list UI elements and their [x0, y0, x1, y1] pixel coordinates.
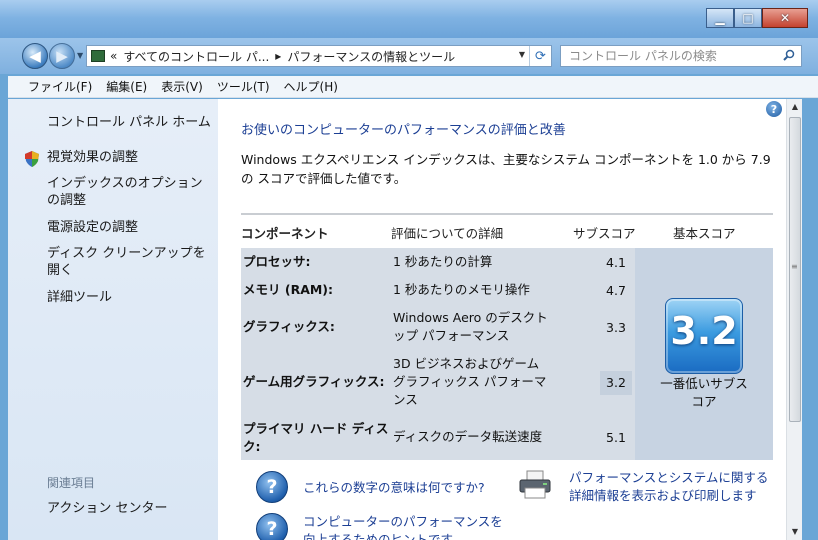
search-icon[interactable]: [783, 49, 795, 61]
control-panel-icon: [91, 50, 105, 62]
base-score-caption: 一番低いサブスコア: [660, 376, 748, 409]
main-content: ? お使いのコンピューターのパフォーマンスの評価と改善 Windows エクスペ…: [218, 99, 786, 540]
back-arrow-icon: ◀: [29, 47, 41, 65]
breadcrumb-all-control-panel[interactable]: すべてのコントロール パ...: [123, 48, 269, 65]
related-heading: 関連項目: [47, 476, 96, 490]
forward-arrow-icon: ▶: [56, 47, 68, 65]
link-what-numbers-mean[interactable]: これらの数字の意味は何ですか?: [303, 479, 485, 497]
row-hard-disk-detail: ディスクのデータ転送速度: [393, 429, 543, 444]
row-gaming-graphics-detail: 3D ビジネスおよびゲーム グラフィックス パフォーマンス: [393, 356, 547, 407]
sidebar-action-center[interactable]: アクション センター: [47, 500, 215, 517]
shield-icon: [25, 151, 39, 167]
sidebar-index-options[interactable]: インデックスのオプションの調整: [47, 175, 215, 209]
row-hard-disk-subscore: 5.1: [606, 430, 626, 445]
question-icon-2: ?: [256, 513, 288, 540]
row-hard-disk-component: プライマリ ハード ディスク:: [243, 421, 389, 454]
close-button[interactable]: ✕: [762, 8, 808, 28]
row-gaming-graphics-component: ゲーム用グラフィックス:: [243, 374, 385, 389]
menu-bar: ファイル(F) 編集(E) 表示(V) ツール(T) ヘルプ(H): [8, 76, 818, 98]
page-title: お使いのコンピューターのパフォーマンスの評価と改善: [241, 123, 566, 138]
sidebar-visual-effects[interactable]: 視覚効果の調整: [47, 149, 215, 166]
row-memory-subscore: 4.7: [606, 283, 626, 298]
header-detail: 評価についての詳細: [391, 226, 504, 241]
description: Windows エクスペリエンス インデックスは、主要なシステム コンポーネント…: [241, 152, 771, 186]
header-component: コンポーネント: [241, 226, 329, 241]
forward-button[interactable]: ▶: [49, 43, 75, 69]
sidebar: コントロール パネル ホーム 視覚効果の調整 インデックスのオプションの調整 電…: [8, 99, 218, 540]
menu-view[interactable]: 表示(V): [161, 78, 203, 95]
address-dropdown-icon[interactable]: ▼: [519, 50, 525, 59]
title-bar: ▁ □ ✕: [0, 0, 818, 40]
scroll-down-icon[interactable]: ▼: [787, 524, 803, 540]
window-frame-right: [802, 76, 818, 540]
row-processor-detail: 1 秒あたりの計算: [393, 254, 493, 269]
menu-file[interactable]: ファイル(F): [28, 78, 92, 95]
sidebar-power-settings[interactable]: 電源設定の調整: [47, 219, 215, 236]
refresh-icon[interactable]: ⟳: [529, 46, 551, 66]
recent-pages-dropdown-icon[interactable]: ▼: [77, 51, 83, 60]
back-button[interactable]: ◀: [22, 43, 48, 69]
sidebar-disk-cleanup[interactable]: ディスク クリーンアップを開く: [47, 245, 215, 279]
row-memory-component: メモリ (RAM):: [243, 282, 334, 297]
header-basescore: 基本スコア: [673, 226, 736, 241]
row-memory-detail: 1 秒あたりのメモリ操作: [393, 282, 530, 297]
row-graphics-subscore: 3.3: [606, 320, 626, 335]
printer-icon: [519, 470, 551, 499]
vertical-scrollbar[interactable]: ▲ ≡ ▼: [786, 99, 802, 540]
header-subscore: サブスコア: [573, 226, 636, 241]
row-processor-subscore: 4.1: [606, 255, 626, 270]
row-graphics-component: グラフィックス:: [243, 319, 335, 334]
menu-help[interactable]: ヘルプ(H): [284, 78, 338, 95]
row-processor-component: プロセッサ:: [243, 254, 311, 269]
breadcrumb-performance-info[interactable]: パフォーマンスの情報とツール: [287, 48, 455, 65]
window-frame-left: [0, 76, 8, 540]
link-improve-tips[interactable]: コンピューターのパフォーマンスを向上するためのヒントです: [303, 513, 513, 540]
address-bar[interactable]: « すべてのコントロール パ... ▸ パフォーマンスの情報とツール ▼ ⟳: [86, 45, 552, 67]
search-input[interactable]: コントロール パネルの検索: [560, 45, 802, 67]
help-icon[interactable]: ?: [766, 101, 782, 117]
address-separator[interactable]: «: [110, 49, 117, 63]
scroll-grip-icon: ≡: [791, 262, 798, 271]
window-controls: ▁ □ ✕: [706, 8, 808, 28]
base-score-value: 3.2: [670, 309, 738, 353]
row-gaming-graphics-subscore: 3.2: [606, 375, 626, 390]
search-placeholder: コントロール パネルの検索: [569, 49, 717, 63]
minimize-button[interactable]: ▁: [706, 8, 734, 28]
row-graphics-detail: Windows Aero のデスクトップ パフォーマンス: [393, 310, 548, 343]
maximize-button[interactable]: □: [734, 8, 762, 28]
menu-tools[interactable]: ツール(T): [217, 78, 270, 95]
question-icon: ?: [256, 471, 288, 503]
breadcrumb-arrow-icon[interactable]: ▸: [275, 49, 281, 63]
sidebar-control-panel-home[interactable]: コントロール パネル ホーム: [47, 114, 215, 131]
table-divider: [241, 213, 773, 215]
sidebar-advanced-tools[interactable]: 詳細ツール: [47, 289, 215, 306]
menu-edit[interactable]: 編集(E): [106, 78, 147, 95]
link-print-details[interactable]: パフォーマンスとシステムに関する詳細情報を表示および印刷します: [569, 469, 779, 505]
scroll-up-icon[interactable]: ▲: [787, 99, 803, 115]
